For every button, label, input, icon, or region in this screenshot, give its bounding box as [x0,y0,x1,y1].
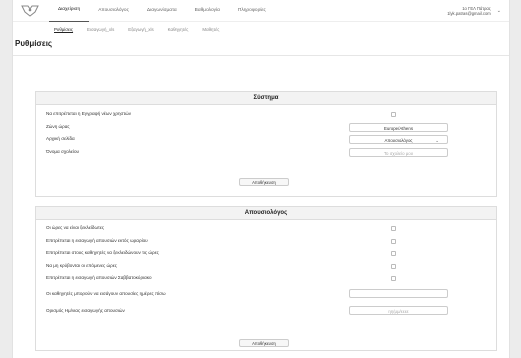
hours-unlocked-label: Οι ώρες να είναι ξεκλείδωτες [46,225,105,230]
sub-nav: Ρυθμίσεις Εισαγωγή_xls Εξαγωγή_xls Καθηγ… [13,22,509,37]
allow-register-label: Να επιτρέπεται η Εγγραφή νέων χρηστών [46,111,132,116]
top-navbar: Διαχείριση Απουσιολόγος Διαγωνίσματα Βαθ… [13,0,509,22]
tab-teachers[interactable]: Καθηγητές [161,27,196,37]
school-name-row: Όνομα σχολείου Το σχολείο μου [36,146,496,159]
date-row: Ορισμός Ημ/νιας εισαγωγής απουσιών ηη/μμ… [36,302,496,319]
page-title: Ρυθμίσεις [15,39,53,48]
date-label: Ορισμός Ημ/νιας εισαγωγής απουσιών [46,307,125,313]
main-nav: Διαχείριση Απουσιολόγος Διαγωνίσματα Βαθ… [49,0,447,22]
system-card: Σύστημα Να επιτρέπεται η Εγγραφή νέων χρ… [35,91,497,197]
nav-item-tests[interactable]: Διαγωνίσματα [138,0,186,22]
teachers-unlock-row: Επιτρέπεται στους καθηγητές να ξεκλειδών… [36,247,496,260]
tab-settings[interactable]: Ρυθμίσεις [47,27,80,37]
no-hide-next-label: Να μη κρύβονται οι επόμενες ώρες [46,262,117,268]
days-back-input[interactable] [349,288,448,298]
timezone-label: Ζώνη ώρας [46,123,70,129]
nav-item-info[interactable]: Πληροφορίες [229,0,275,22]
weekend-row: Επιτρέπεται η εισαγωγή απουσιών Σαββατοκ… [36,272,496,285]
divider [13,55,509,56]
off-schedule-row: Επιτρέπεται η εισαγωγή απουσιών εκτός ωρ… [36,235,496,248]
hours-unlocked-checkbox[interactable] [391,226,396,231]
app-window: Διαχείριση Απουσιολόγος Διαγωνίσματα Βαθ… [12,0,510,358]
logo-icon[interactable] [21,4,39,18]
homepage-select-value: Απουσιολόγος [384,138,413,143]
teachers-unlock-checkbox[interactable] [391,251,396,256]
no-hide-next-checkbox[interactable] [391,263,396,269]
user-email: 1lyk.patras@gmail.com [447,10,491,16]
homepage-select[interactable]: Απουσιολόγος ⌄ [349,135,448,144]
user-menu[interactable]: 1ο ΓΕΛ Πάτρας 1lyk.patras@gmail.com [447,6,491,16]
tab-import-xls[interactable]: Εισαγωγή_xls [80,27,121,37]
hours-unlocked-row: Οι ώρες να είναι ξεκλείδωτες [36,222,496,235]
teachers-unlock-label: Επιτρέπεται στους καθηγητές να ξεκλειδών… [46,250,159,255]
off-schedule-label: Επιτρέπεται η εισαγωγή απουσιών εκτός ωρ… [46,237,148,243]
nav-item-admin[interactable]: Διαχείριση [49,0,90,22]
homepage-row: Αρχική σελίδα Απουσιολόγος ⌄ [36,133,496,146]
timezone-select[interactable]: Europe/Athens [349,122,448,132]
tab-students[interactable]: Μαθητές [195,27,226,37]
no-hide-next-row: Να μη κρύβονται οι επόμενες ώρες [36,260,496,273]
weekend-label: Επιτρέπεται η εισαγωγή απουσιών Σαββατοκ… [46,275,152,280]
weekend-checkbox[interactable] [391,276,396,281]
homepage-label: Αρχική σελίδα [46,136,75,141]
absences-save-button[interactable]: Αποθήκευση [239,339,289,347]
nav-item-absences[interactable]: Απουσιολόγος [89,0,138,22]
off-schedule-checkbox[interactable] [391,238,396,244]
school-name-input[interactable]: Το σχολείο μου [349,147,448,157]
school-name-label: Όνομα σχολείου [46,148,80,154]
timezone-row: Ζώνη ώρας Europe/Athens [36,121,496,134]
system-save-button[interactable]: Αποθήκευση [239,178,289,186]
caret-down-icon[interactable]: ⌄ [497,8,501,14]
nav-item-grades[interactable]: Βαθμολογία [186,0,229,22]
chevron-down-icon: ⌄ [435,138,439,143]
allow-register-checkbox[interactable] [391,112,396,117]
tab-export-xls[interactable]: Εξαγωγή_xls [121,27,160,37]
allow-register-row: Να επιτρέπεται η Εγγραφή νέων χρηστών [36,108,496,121]
days-back-row: Οι καθηγητές μπορούν να εισάγουν απουσίε… [36,285,496,302]
absences-card-header: Απουσιολόγος [36,207,496,220]
system-card-header: Σύστημα [36,92,496,105]
date-input[interactable]: ηη/μμ/εεεε [349,305,448,315]
days-back-label: Οι καθηγητές μπορούν να εισάγουν απουσίε… [46,290,166,296]
absences-card: Απουσιολόγος Οι ώρες να είναι ξεκλείδωτε… [35,206,497,351]
